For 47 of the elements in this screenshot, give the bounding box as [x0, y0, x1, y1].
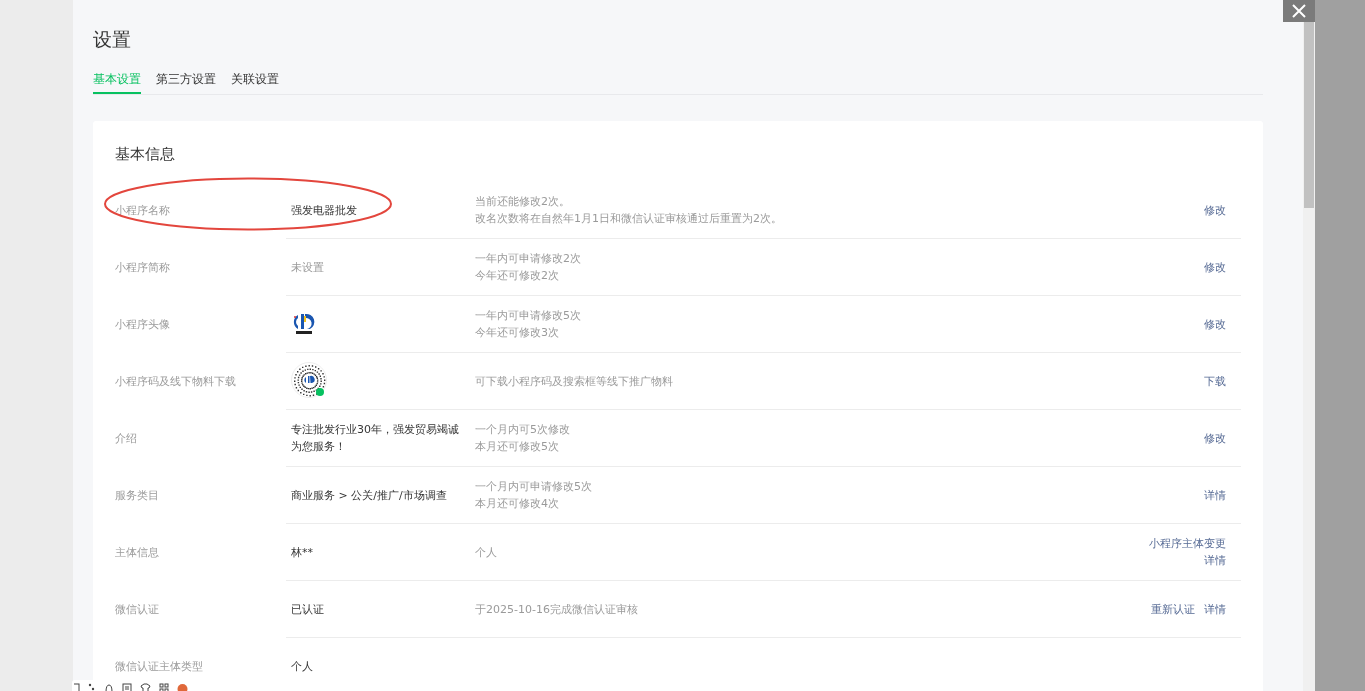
avatar-icon[interactable] — [177, 683, 188, 691]
field-value: 林** — [291, 544, 314, 561]
field-label: 服务类目 — [115, 488, 160, 503]
close-icon — [1292, 4, 1306, 18]
field-hint: 当前还能修改2次。 改名次数将在自然年1月1日和微信认证审核通过后重置为2次。 — [475, 194, 783, 227]
field-value: 商业服务 > 公关/推广/市场调查 — [291, 487, 448, 504]
action-link[interactable]: 修改 — [1204, 201, 1226, 219]
field-label: 小程序名称 — [115, 203, 171, 218]
field-hint: 一年内可申请修改5次 今年还可修改3次 — [475, 308, 582, 341]
field-hint: 一个月内可申请修改5次 本月还可修改4次 — [475, 479, 593, 512]
field-value: 专注批发行业30年，强发贸易竭诚为您服务！ — [291, 422, 460, 455]
field-value: 未设置 — [291, 259, 325, 276]
action-link[interactable]: 修改 — [1204, 258, 1226, 276]
grid-icon[interactable] — [159, 683, 169, 691]
field-hint: 可下载小程序码及搜索框等线下推广物料 — [475, 373, 674, 390]
field-label: 小程序简称 — [115, 260, 171, 275]
field-value: 强发电器批发 — [291, 202, 358, 219]
tab[interactable]: 第三方设置 — [156, 72, 216, 94]
action-link[interactable]: 详情 — [1204, 552, 1226, 569]
section-title: 基本信息 — [115, 144, 176, 164]
scrollbar[interactable] — [1303, 22, 1315, 691]
field-value: 个人 — [291, 659, 314, 675]
field-label: 微信认证主体类型 — [115, 659, 204, 674]
action-link[interactable]: 修改 — [1204, 315, 1226, 333]
field-value: 已认证 — [291, 601, 325, 618]
field-hint: 个人 — [475, 544, 498, 561]
action-link[interactable]: 详情 — [1204, 486, 1226, 504]
dots-icon[interactable] — [88, 683, 96, 691]
field-label: 介绍 — [115, 431, 138, 446]
qr-code-icon — [291, 361, 327, 398]
field-label: 小程序码及线下物料下载 — [115, 374, 237, 389]
action-link[interactable]: 下载 — [1204, 372, 1226, 390]
field-label: 微信认证 — [115, 602, 160, 617]
field-hint: 于2025-10-16完成微信认证审核 — [475, 601, 639, 618]
shirt-icon[interactable] — [140, 683, 151, 691]
field-hint: 一年内可申请修改2次 今年还可修改2次 — [475, 251, 582, 284]
field-label: 小程序头像 — [115, 317, 171, 332]
close-button[interactable] — [1283, 0, 1315, 22]
action-link[interactable]: 修改 — [1204, 429, 1226, 447]
tab[interactable]: 关联设置 — [231, 72, 279, 94]
field-label: 主体信息 — [115, 545, 160, 560]
action-link[interactable]: 重新认证 — [1151, 600, 1195, 618]
action-link[interactable]: 详情 — [1204, 600, 1226, 618]
bell-icon[interactable] — [104, 683, 114, 691]
action-link[interactable]: 小程序主体变更 — [1149, 535, 1226, 552]
field-hint: 一个月内可5次修改 本月还可修改5次 — [475, 422, 571, 455]
dialog-title: 设置 — [93, 27, 132, 51]
